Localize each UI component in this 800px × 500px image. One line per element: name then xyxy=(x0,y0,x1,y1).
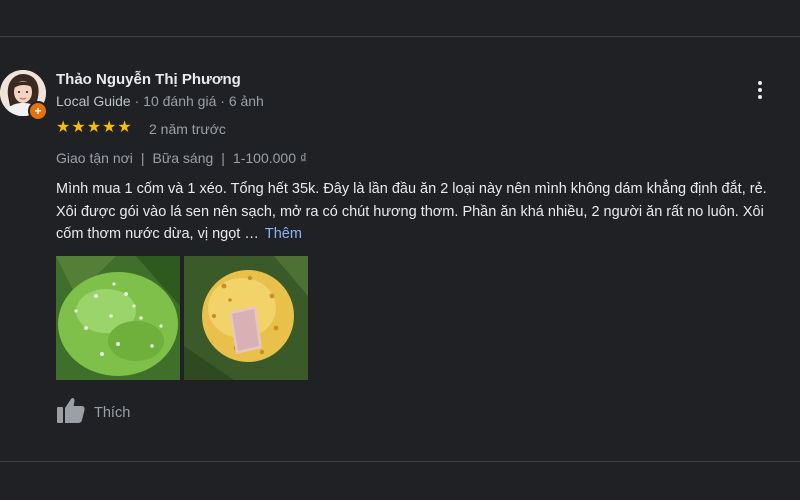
tag-price: 1-100.000 ₫ xyxy=(232,150,308,166)
review-tags: Giao tận nơi | Bữa sáng | 1-100.000 ₫ xyxy=(56,150,307,166)
star-icon: ★ xyxy=(71,119,86,136)
review-photo-xoi-com[interactable] xyxy=(56,256,180,380)
reviews-count: 10 đánh giá xyxy=(143,93,217,109)
star-icon: ★ xyxy=(56,119,71,136)
review-body: Mình mua 1 cốm và 1 xéo. Tổng hết 35k. Đ… xyxy=(56,178,791,246)
review-text: Mình mua 1 cốm và 1 xéo. Tổng hết 35k. Đ… xyxy=(56,181,767,242)
local-guide-icon: + xyxy=(28,101,48,121)
tag-separator: | xyxy=(140,150,145,166)
star-icon: ★ xyxy=(86,119,102,136)
photos-count: 6 ảnh xyxy=(228,93,264,109)
star-icon: ★ xyxy=(102,119,117,136)
tag-delivery: Giao tận nơi xyxy=(56,150,133,166)
reviewer-name[interactable]: Thảo Nguyễn Thị Phương xyxy=(56,71,241,88)
bottom-divider xyxy=(0,461,800,462)
like-label: Thích xyxy=(94,404,131,421)
star-icon: ★ xyxy=(117,119,132,136)
meta-separator: · xyxy=(220,93,225,109)
like-button[interactable]: Thích xyxy=(56,396,130,429)
reviewer-meta: Local Guide · 10 đánh giá · 6 ảnh xyxy=(56,93,264,109)
more-vert-icon[interactable] xyxy=(752,78,768,102)
read-more-link[interactable]: Thêm xyxy=(265,226,302,242)
meta-separator: · xyxy=(134,93,140,109)
tag-separator: | xyxy=(221,150,225,166)
tag-meal: Bữa sáng xyxy=(152,150,214,166)
top-divider xyxy=(0,36,800,37)
star-rating: ★ ★ ★ ★ ★ xyxy=(56,119,132,137)
review-time: 2 năm trước xyxy=(149,121,226,137)
local-guide-label: Local Guide xyxy=(56,93,131,109)
thumb-up-icon xyxy=(56,396,86,429)
review-photo-xoi-xeo[interactable] xyxy=(184,256,308,380)
